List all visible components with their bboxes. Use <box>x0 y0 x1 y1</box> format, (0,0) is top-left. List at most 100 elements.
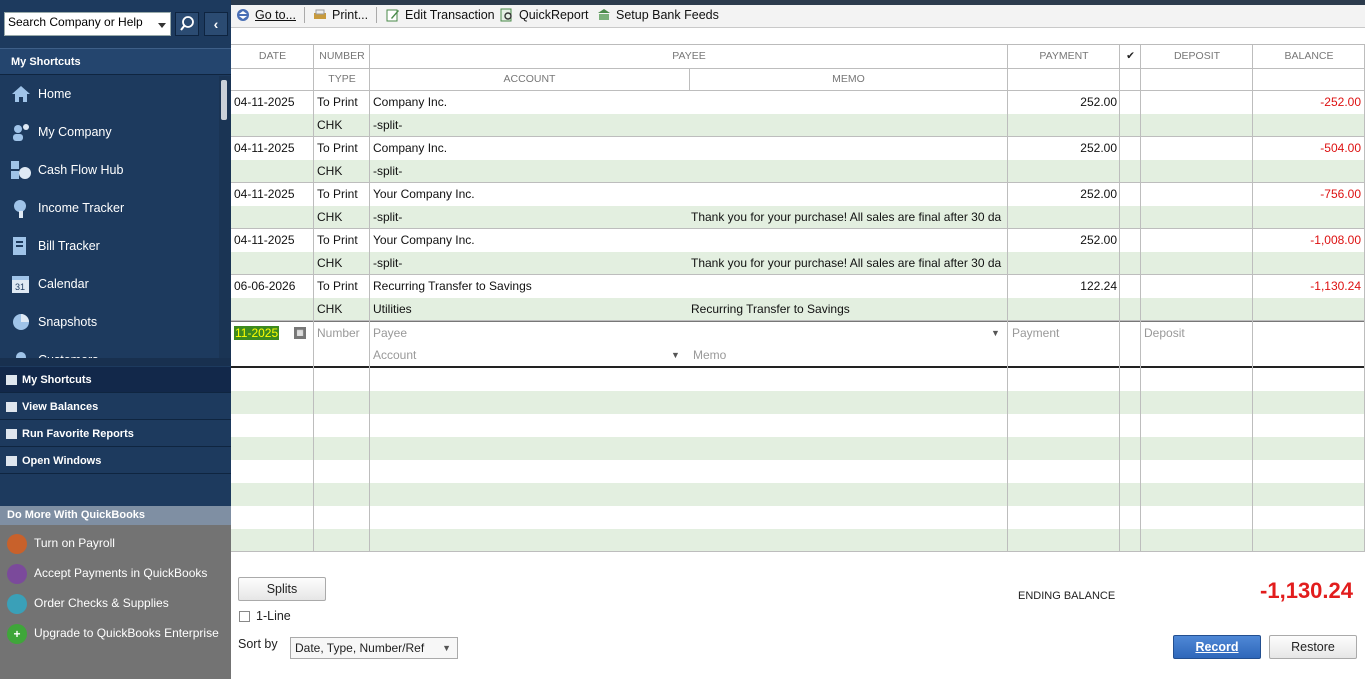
cell-number[interactable]: To Print <box>317 275 367 298</box>
order-checks-link[interactable]: Order Checks & Supplies <box>0 588 231 618</box>
cell-type[interactable]: CHK <box>317 206 367 229</box>
sidebar-item-income-tracker[interactable]: Income Tracker <box>0 189 218 227</box>
cell-account[interactable]: -split- <box>373 114 683 137</box>
cell-payee[interactable]: Your Company Inc. <box>373 229 1003 252</box>
cell-number[interactable]: To Print <box>317 137 367 160</box>
transaction-row[interactable]: 04-11-2025 To Print Company Inc. 252.00 -504… <box>231 137 1365 160</box>
bottom-nav-my-shortcuts[interactable]: My Shortcuts <box>0 367 231 393</box>
cell-balance[interactable]: -756.00 <box>1255 183 1361 206</box>
sidebar-item-bill-tracker[interactable]: Bill Tracker <box>0 227 218 265</box>
column-header-payment[interactable]: PAYMENT <box>1008 45 1120 67</box>
sidebar-item-cash-flow-hub[interactable]: Cash Flow Hub <box>0 151 218 189</box>
column-header-cleared[interactable]: ✔ <box>1120 45 1141 67</box>
sidebar-item-home[interactable]: Home <box>0 75 218 113</box>
cell-account[interactable]: Utilities <box>373 298 683 321</box>
empty-row[interactable] <box>231 506 1365 529</box>
cell-date[interactable]: 04-11-2025 <box>234 229 312 252</box>
sidebar-item-my-company[interactable]: My Company <box>0 113 218 151</box>
bottom-nav-run-favorite-reports[interactable]: Run Favorite Reports <box>0 421 231 447</box>
cell-balance[interactable]: -504.00 <box>1255 137 1361 160</box>
payee-dropdown-icon[interactable]: ▼ <box>991 322 1003 345</box>
sidebar-item-calendar[interactable]: 31 Calendar <box>0 265 218 303</box>
column-header-payee[interactable]: PAYEE <box>370 45 1008 67</box>
cell-type[interactable]: CHK <box>317 114 367 137</box>
sidebar-item-snapshots[interactable]: Snapshots <box>0 303 218 341</box>
cell-type[interactable]: CHK <box>317 160 367 183</box>
cell-payment[interactable]: 252.00 <box>1011 137 1117 160</box>
cell-memo[interactable]: Thank you for your purchase! All sales a… <box>691 252 1005 275</box>
empty-row[interactable] <box>231 529 1365 551</box>
cell-date[interactable]: 04-11-2025 <box>234 183 312 206</box>
cell-payment[interactable]: 122.24 <box>1011 275 1117 298</box>
cell-payee[interactable]: Company Inc. <box>373 137 1003 160</box>
search-button[interactable] <box>175 12 199 36</box>
cell-number[interactable]: To Print <box>317 229 367 252</box>
bottom-nav-open-windows[interactable]: Open Windows <box>0 448 231 474</box>
record-button[interactable]: Record <box>1173 635 1261 659</box>
column-header-number[interactable]: NUMBER <box>314 45 370 67</box>
cell-account[interactable]: -split- <box>373 206 683 229</box>
transaction-row[interactable]: 04-11-2025 To Print Your Company Inc. 252.0… <box>231 183 1365 206</box>
transaction-row-detail[interactable]: CHK -split- <box>231 160 1365 183</box>
column-header-date[interactable]: DATE <box>231 45 314 67</box>
empty-row[interactable] <box>231 460 1365 483</box>
empty-row[interactable] <box>231 391 1365 414</box>
cell-balance[interactable]: -252.00 <box>1255 91 1361 114</box>
column-header-account[interactable]: ACCOUNT <box>370 68 689 90</box>
one-line-checkbox[interactable] <box>239 611 250 622</box>
account-dropdown-icon[interactable]: ▼ <box>671 344 683 367</box>
transaction-row-detail[interactable]: CHK Utilities Recurring Transfer to Saving… <box>231 298 1365 321</box>
cell-date[interactable]: 04-11-2025 <box>234 137 312 160</box>
cell-payee[interactable]: Company Inc. <box>373 91 1003 114</box>
cell-payee[interactable]: Recurring Transfer to Savings <box>373 275 1003 298</box>
restore-button[interactable]: Restore <box>1269 635 1357 659</box>
column-header-type[interactable]: TYPE <box>314 68 370 90</box>
cell-date[interactable]: 04-11-2025 <box>234 91 312 114</box>
empty-row[interactable] <box>231 483 1365 506</box>
sort-by-select[interactable]: Date, Type, Number/Ref ▼ <box>290 637 458 659</box>
empty-row[interactable] <box>231 368 1365 391</box>
cell-number[interactable]: To Print <box>317 91 367 114</box>
entry-payment-field[interactable]: Payment <box>1012 322 1112 345</box>
entry-deposit-field[interactable]: Deposit <box>1144 322 1244 345</box>
entry-number-field[interactable]: Number <box>317 322 367 345</box>
sidebar-splitter[interactable] <box>0 358 231 366</box>
empty-row[interactable] <box>231 437 1365 460</box>
column-header-memo[interactable]: MEMO <box>689 68 1008 90</box>
cell-account[interactable]: -split- <box>373 252 683 275</box>
turn-on-payroll-link[interactable]: Turn on Payroll <box>0 528 231 558</box>
search-input[interactable]: Search Company or Help <box>4 12 171 36</box>
cell-payment[interactable]: 252.00 <box>1011 183 1117 206</box>
cell-memo[interactable]: Recurring Transfer to Savings <box>691 298 1005 321</box>
transaction-row[interactable]: 06-06-2026 To Print Recurring Transfer to … <box>231 275 1365 298</box>
empty-row[interactable] <box>231 414 1365 437</box>
entry-payee-field[interactable]: Payee <box>373 322 973 345</box>
transaction-row[interactable]: 04-11-2025 To Print Your Company Inc. 252.0… <box>231 229 1365 252</box>
column-header-balance[interactable]: BALANCE <box>1253 45 1365 67</box>
cell-balance[interactable]: -1,130.24 <box>1255 275 1361 298</box>
collapse-sidebar-button[interactable]: ‹ <box>204 12 228 36</box>
transaction-row-detail[interactable]: CHK -split- Thank you for your purchase! A… <box>231 252 1365 275</box>
cell-account[interactable]: -split- <box>373 160 683 183</box>
cell-type[interactable]: CHK <box>317 252 367 275</box>
cell-number[interactable]: To Print <box>317 183 367 206</box>
entry-account-field[interactable]: Account <box>373 344 673 367</box>
column-header-deposit[interactable]: DEPOSIT <box>1141 45 1253 67</box>
entry-date-field[interactable]: 11-2025 <box>234 322 294 345</box>
cell-memo[interactable]: Thank you for your purchase! All sales a… <box>691 206 1005 229</box>
accept-payments-link[interactable]: Accept Payments in QuickBooks <box>0 558 231 588</box>
search-dropdown-icon[interactable] <box>158 23 166 28</box>
cell-type[interactable]: CHK <box>317 298 367 321</box>
transaction-row-detail[interactable]: CHK -split- <box>231 114 1365 137</box>
sidebar-item-customers[interactable]: Customers <box>0 341 218 358</box>
entry-memo-field[interactable]: Memo <box>693 344 993 367</box>
cell-payment[interactable]: 252.00 <box>1011 229 1117 252</box>
sidebar-scroll-thumb[interactable] <box>221 80 227 120</box>
cell-payee[interactable]: Your Company Inc. <box>373 183 1003 206</box>
upgrade-enterprise-link[interactable]: + Upgrade to QuickBooks Enterprise <box>0 618 231 648</box>
calendar-picker-icon[interactable]: ▦ <box>294 327 306 339</box>
transaction-row[interactable]: 04-11-2025 To Print Company Inc. 252.00 -252… <box>231 91 1365 114</box>
splits-button[interactable]: Splits <box>238 577 326 601</box>
transaction-row-detail[interactable]: CHK -split- Thank you for your purchase! A… <box>231 206 1365 229</box>
cell-balance[interactable]: -1,008.00 <box>1255 229 1361 252</box>
